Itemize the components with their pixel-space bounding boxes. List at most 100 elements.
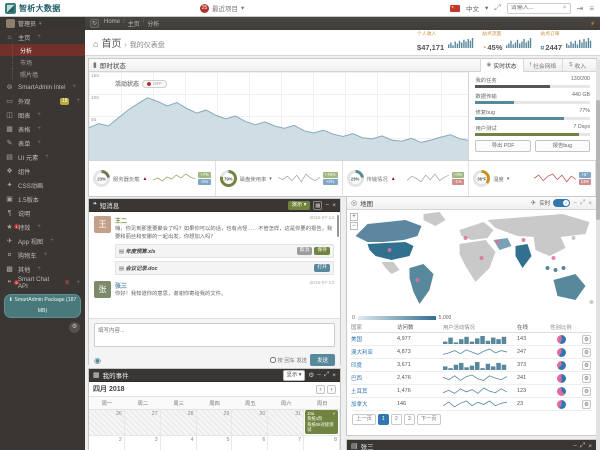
next-page-button[interactable]: 下一页 [417, 414, 441, 425]
activity-badge[interactable]: 25 [200, 4, 209, 13]
camera-icon[interactable]: ◉ [94, 356, 101, 365]
fullscreen-icon[interactable]: ⤢ [494, 3, 500, 13]
flash-icon[interactable]: ⚡ [590, 20, 595, 28]
attachment[interactable]: ▤ 年度预算.xls取消保存 [115, 244, 334, 258]
send-button[interactable]: 发送 [310, 354, 335, 366]
sidebar-item[interactable]: 分析 [0, 44, 85, 56]
breadcrumb-home[interactable]: Home [104, 19, 120, 28]
calendar-day[interactable]: 1 ✓ 10a 系统1阶 系统06对接测试 [304, 410, 340, 436]
sidebar-item[interactable]: ★ 1 特效 + [0, 220, 85, 234]
row-gear-icon[interactable]: ⚙ [582, 400, 591, 409]
prev-month-button[interactable]: ‹ [316, 385, 325, 394]
sidebar-user[interactable]: 管理员 ▾ [0, 17, 85, 30]
row-gear-icon[interactable]: ⚙ [582, 387, 591, 396]
close-icon[interactable]: × [332, 202, 336, 209]
tab[interactable]: $ 收入 [562, 59, 592, 72]
country-link[interactable]: 加拿大 [351, 400, 397, 408]
layout-gear-icon[interactable]: ⚙ [69, 322, 80, 333]
page-scrollbar[interactable] [596, 60, 600, 450]
calendar-day[interactable]: 8 ✓ [304, 436, 340, 450]
expand-plus-icon[interactable]: + [37, 266, 41, 272]
package-download-button[interactable]: ⬇ SmartAdmin Package (187 MB) [4, 294, 81, 318]
live-toggle[interactable]: ✓ [553, 199, 570, 207]
close-icon[interactable]: × [332, 372, 336, 379]
scrollbar-thumb[interactable] [337, 215, 339, 237]
calendar-day[interactable]: 5 ✓ [197, 436, 233, 450]
calendar-day[interactable]: 6 ✓ [232, 436, 268, 450]
close-icon[interactable]: × [588, 200, 592, 207]
calendar-day[interactable]: 30 ✓ [232, 410, 268, 436]
calendar-day[interactable]: 3 ✓ [125, 436, 161, 450]
calendar-day[interactable]: 26 ✓ [89, 410, 125, 436]
search-icon[interactable]: ⌕ [563, 4, 567, 12]
expand-plus-icon[interactable]: + [45, 154, 49, 160]
sidebar-item[interactable]: ¶ 说明 [0, 206, 85, 220]
expand-plus-icon[interactable]: + [37, 224, 41, 230]
row-gear-icon[interactable]: ⚙ [582, 335, 591, 344]
minimize-icon[interactable]: − [573, 443, 577, 450]
page-button[interactable]: 3 [404, 414, 415, 425]
sidebar-item[interactable]: ✎ 表单 + [0, 136, 85, 150]
zoom-out-button[interactable]: − [350, 222, 358, 230]
sidebar-item[interactable]: ⊚ SmartAdmin Intel + [0, 80, 85, 94]
file-action-button[interactable]: 打开 [314, 264, 330, 272]
next-month-button[interactable]: › [327, 385, 336, 394]
sender-name[interactable]: 王二 [115, 216, 127, 225]
calendar-day[interactable]: 27 ✓ [125, 410, 161, 436]
gear-icon[interactable]: ⚙ [308, 371, 314, 379]
menu-icon[interactable]: ≡ [589, 4, 594, 13]
attachment[interactable]: ▤ 会议记录.doc打开 [115, 261, 334, 275]
sidebar-item[interactable]: ¤ 购物车 + [0, 248, 85, 262]
expand-plus-icon[interactable]: + [72, 84, 76, 90]
minimize-icon[interactable]: − [317, 372, 321, 379]
sidebar-item[interactable]: ▭ 外观 18 + [0, 94, 85, 108]
sidebar-item[interactable]: ◫ 图表 + [0, 108, 85, 122]
expand-plus-icon[interactable]: + [37, 140, 41, 146]
tab[interactable]: f 社会网络 [523, 59, 563, 72]
country-link[interactable]: 美国 [351, 335, 397, 343]
minimize-icon[interactable]: − [325, 202, 329, 209]
expand-plus-icon[interactable]: + [76, 280, 80, 286]
prev-page-button[interactable]: 上一页 [352, 414, 376, 425]
sidebar-item[interactable]: ✦ CSS动画 [0, 178, 85, 192]
live-toggle[interactable]: OFF [142, 80, 167, 88]
row-gear-icon[interactable]: ⚙ [582, 348, 591, 357]
file-action-button[interactable]: 保存 [314, 247, 330, 255]
trend-caret-icon[interactable]: ▾ [507, 176, 510, 182]
expand-plus-icon[interactable]: + [37, 34, 41, 40]
minimize-icon[interactable]: − [573, 200, 577, 207]
page-button[interactable]: 2 [391, 414, 402, 425]
country-link[interactable]: 澳大利亚 [351, 348, 397, 356]
language-selector[interactable]: 中文 [466, 3, 479, 13]
send-on-enter[interactable]: 按 回车 发送 [270, 356, 307, 364]
search-input[interactable] [511, 5, 563, 11]
trend-caret-icon[interactable]: ▾ [269, 176, 272, 182]
recent-projects-dropdown[interactable]: 25 最近项目 ▾ [200, 3, 244, 13]
expand-icon[interactable]: ⤢ [580, 199, 585, 207]
calendar-day[interactable]: 31 ✓ [268, 410, 304, 436]
country-link[interactable]: 印度 [351, 361, 397, 369]
expand-icon[interactable]: ⤢ [580, 442, 585, 450]
demo-dropdown[interactable]: 演示 ▾ [288, 201, 311, 210]
sidebar-item[interactable]: ▦ 表格 + [0, 122, 85, 136]
expand-plus-icon[interactable]: + [76, 98, 80, 104]
sidebar-item[interactable]: ▣ 1.5版本 [0, 192, 85, 206]
country-link[interactable]: 巴西 [351, 374, 397, 382]
row-gear-icon[interactable]: ⚙ [582, 361, 591, 370]
calendar-day[interactable]: 4 ✓ [161, 436, 197, 450]
expand-plus-icon[interactable]: + [44, 252, 48, 258]
sidebar-item[interactable]: ⌂ 主页 + [0, 30, 85, 44]
world-map[interactable]: + − [347, 210, 596, 314]
sender-name[interactable]: 张三 [115, 281, 127, 290]
country-link[interactable]: 土耳其 [351, 387, 397, 395]
calendar-day[interactable]: 2 ✓ [89, 436, 125, 450]
sidebar-item[interactable]: ▤ UI 元素 + [0, 150, 85, 164]
export-pdf-button[interactable]: 导出 PDF [475, 140, 530, 152]
expand-icon[interactable]: ⤢ [324, 371, 329, 379]
sidebar-item[interactable]: ❖ 组件 [0, 164, 85, 178]
refresh-icon[interactable]: ↻ [90, 19, 99, 28]
report-bug-button[interactable]: 报告bug [535, 140, 590, 152]
calendar-day[interactable]: 29 ✓ [197, 410, 233, 436]
expand-plus-icon[interactable]: + [37, 126, 41, 132]
row-gear-icon[interactable]: ⚙ [582, 374, 591, 383]
